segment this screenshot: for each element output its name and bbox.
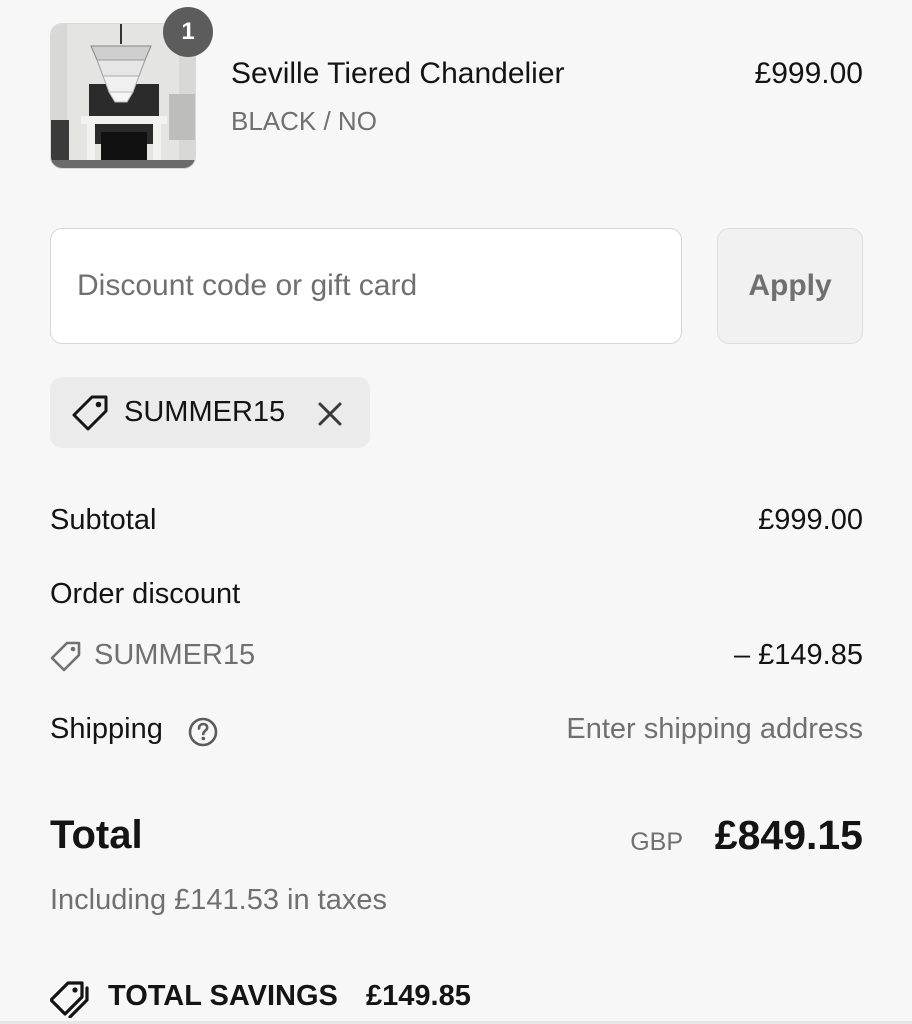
product-variant: BLACK / NO xyxy=(231,106,377,136)
tags-icon xyxy=(50,981,89,1018)
close-icon[interactable] xyxy=(316,400,344,428)
currency-code: GBP xyxy=(630,828,683,856)
applied-discount-code: SUMMER15 xyxy=(124,396,286,428)
total-label: Total xyxy=(50,813,143,857)
order-discount-label: Order discount xyxy=(50,578,241,610)
tag-icon xyxy=(50,641,81,672)
discount-code-input[interactable] xyxy=(50,228,682,344)
applied-discount-chip: SUMMER15 xyxy=(50,377,370,448)
shipping-value: Enter shipping address xyxy=(566,713,863,745)
apply-button[interactable]: Apply xyxy=(717,228,863,344)
subtotal-label: Subtotal xyxy=(50,504,157,536)
total-savings-label: TOTAL SAVINGS xyxy=(108,980,338,1012)
total-savings-value: £149.85 xyxy=(366,980,471,1012)
quantity-badge: 1 xyxy=(163,7,213,57)
shipping-label: Shipping xyxy=(50,713,163,745)
subtotal-value: £999.00 xyxy=(758,504,863,536)
product-name: Seville Tiered Chandelier xyxy=(231,57,565,90)
order-summary: 1 Seville Tiered Chandelier BLACK / NO £… xyxy=(50,0,863,1024)
taxes-note: Including £141.53 in taxes xyxy=(50,884,387,916)
total-value: £849.15 xyxy=(714,812,863,858)
product-price: £999.00 xyxy=(754,57,863,90)
line-item: 1 Seville Tiered Chandelier BLACK / NO £… xyxy=(50,7,863,173)
question-circle-icon[interactable] xyxy=(187,716,219,748)
tag-icon xyxy=(72,395,108,431)
discount-code-label: SUMMER15 xyxy=(94,639,256,671)
discount-amount: – £149.85 xyxy=(733,639,863,671)
